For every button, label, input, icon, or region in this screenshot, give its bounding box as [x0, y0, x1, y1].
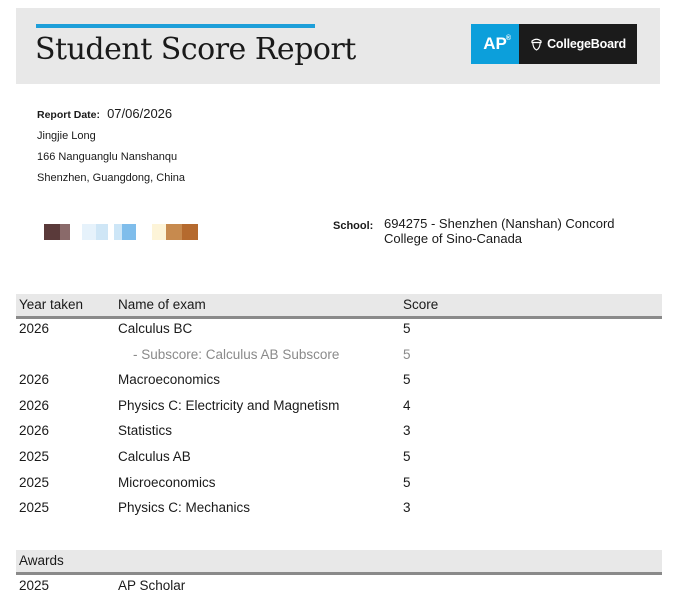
cell-score: 5 [403, 321, 411, 336]
table-row: 2026 Physics C: Electricity and Magnetism… [16, 394, 662, 420]
cell-exam: - Subscore: Calculus AB Subscore [133, 346, 340, 362]
ap-collegeboard-logo: AP ® CollegeBoard [471, 24, 637, 64]
award-name: AP Scholar [118, 578, 186, 593]
cell-score: 3 [403, 423, 411, 439]
award-row: 2025 AP Scholar [16, 576, 662, 596]
address-line-1: 166 Nanguanglu Nanshanqu [37, 151, 178, 163]
school-value: 694275 - Shenzhen (Nanshan) Concord Coll… [384, 216, 615, 246]
school-label: School: [333, 220, 374, 232]
table-row: 2025 Calculus AB 5 [16, 445, 662, 471]
cell-year: 2026 [19, 372, 50, 388]
table-row: 2026 Macroeconomics 5 [16, 368, 662, 394]
redacted-block [166, 224, 182, 240]
student-info: Report Date: 07/06/2026 Jingjie Long 166… [37, 103, 185, 189]
cell-exam: Physics C: Electricity and Magnetism [118, 397, 340, 413]
cell-exam: Calculus BC [118, 321, 193, 336]
cell-exam: Statistics [118, 423, 173, 439]
cell-year: 2025 [19, 474, 50, 490]
cell-exam: Physics C: Mechanics [118, 500, 251, 516]
redacted-block [136, 224, 152, 240]
table-row: 2026 Statistics 3 [16, 419, 662, 445]
cell-score: 5 [403, 474, 411, 490]
redacted-block [60, 224, 70, 240]
scores-table-body: 2026 Calculus BC 5- Subscore: Calculus AB … [16, 317, 662, 522]
redacted-block [44, 224, 60, 240]
cell-score: 4 [403, 397, 411, 413]
accent-bar [36, 24, 315, 28]
cell-exam: Macroeconomics [118, 372, 221, 388]
table-row: 2025 Microeconomics 5 [16, 471, 662, 497]
redacted-block [182, 224, 198, 240]
table-row: 2026 Calculus BC 5 [16, 317, 662, 343]
redacted-region [44, 224, 198, 240]
address-line-2: Shenzhen, Guangdong, China [37, 172, 186, 184]
collegeboard-logo: CollegeBoard [519, 24, 637, 64]
cell-score: 5 [403, 448, 411, 464]
redacted-block [114, 224, 122, 240]
cell-year: 2026 [19, 397, 50, 413]
cell-year: 2026 [19, 321, 50, 336]
scores-table-header: Year taken Name of exam Score [16, 294, 662, 319]
column-header-score: Score [403, 297, 439, 312]
report-header: Student Score Report AP ® CollegeBoard [16, 8, 660, 84]
cell-year: 2025 [19, 448, 50, 464]
cell-score: 3 [403, 500, 411, 516]
redacted-block [152, 224, 166, 240]
ap-registered-mark: ® [505, 35, 511, 42]
awards-header: Awards [16, 550, 662, 575]
redacted-block [70, 224, 82, 240]
redacted-block [96, 224, 108, 240]
table-row: 2025 Physics C: Mechanics 3 [16, 496, 662, 522]
cell-score: 5 [403, 346, 411, 362]
column-header-year: Year taken [19, 297, 84, 312]
cell-exam: Calculus AB [118, 448, 191, 464]
redacted-block [82, 224, 96, 240]
report-date: 07/06/2026 [107, 106, 173, 121]
redacted-block [122, 224, 136, 240]
column-header-exam: Name of exam [118, 297, 206, 312]
cell-year: 2025 [19, 500, 50, 516]
page-title: Student Score Report [35, 32, 356, 67]
awards-heading: Awards [19, 553, 64, 568]
student-name: Jingjie Long [37, 130, 96, 142]
cell-score: 5 [403, 372, 411, 388]
report-date-label: Report Date: [37, 109, 101, 121]
cell-exam: Microeconomics [118, 474, 216, 490]
cell-year: 2026 [19, 423, 50, 439]
ap-logo: AP ® [471, 24, 519, 64]
award-year: 2025 [19, 578, 50, 593]
subscore-row: - Subscore: Calculus AB Subscore 5 [16, 343, 662, 369]
ap-logo-text: AP [483, 34, 507, 53]
acorn-icon [531, 38, 542, 51]
collegeboard-logo-text: CollegeBoard [547, 37, 626, 51]
